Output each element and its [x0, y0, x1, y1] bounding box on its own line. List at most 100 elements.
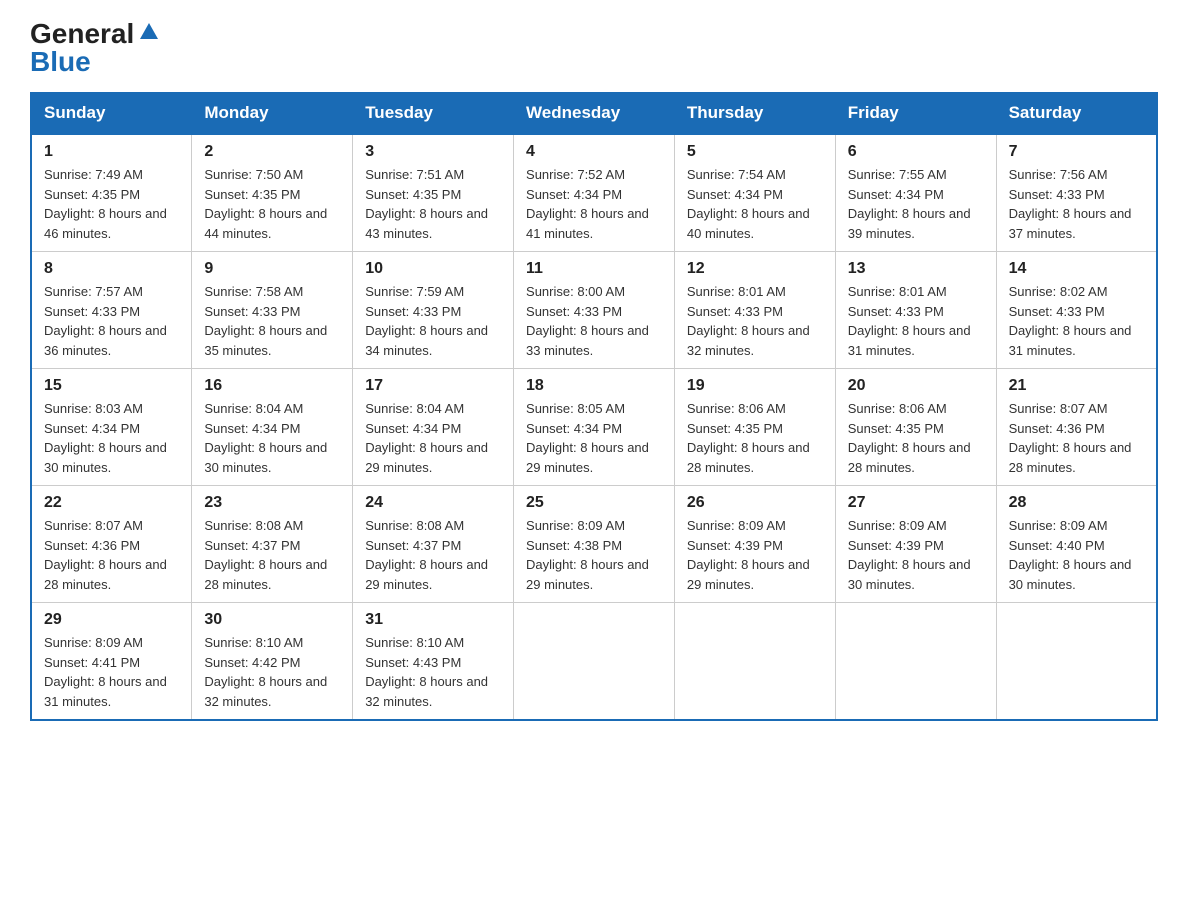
day-info: Sunrise: 8:09 AMSunset: 4:40 PMDaylight:… — [1009, 516, 1144, 594]
weekday-header-wednesday: Wednesday — [514, 93, 675, 135]
logo-blue-text: Blue — [30, 48, 91, 76]
day-number: 2 — [204, 143, 340, 161]
calendar-cell — [835, 603, 996, 721]
day-number: 11 — [526, 260, 662, 278]
weekday-header-sunday: Sunday — [31, 93, 192, 135]
day-info: Sunrise: 7:56 AMSunset: 4:33 PMDaylight:… — [1009, 165, 1144, 243]
calendar-week-row: 15 Sunrise: 8:03 AMSunset: 4:34 PMDayligh… — [31, 369, 1157, 486]
day-info: Sunrise: 7:57 AMSunset: 4:33 PMDaylight:… — [44, 282, 179, 360]
day-number: 13 — [848, 260, 984, 278]
calendar-cell: 21 Sunrise: 8:07 AMSunset: 4:36 PMDayligh… — [996, 369, 1157, 486]
calendar-cell: 2 Sunrise: 7:50 AMSunset: 4:35 PMDaylight… — [192, 134, 353, 252]
day-info: Sunrise: 8:08 AMSunset: 4:37 PMDaylight:… — [365, 516, 501, 594]
day-info: Sunrise: 7:50 AMSunset: 4:35 PMDaylight:… — [204, 165, 340, 243]
calendar-cell — [674, 603, 835, 721]
calendar-cell: 5 Sunrise: 7:54 AMSunset: 4:34 PMDaylight… — [674, 134, 835, 252]
calendar-week-row: 29Sunrise: 8:09 AMSunset: 4:41 PMDayligh… — [31, 603, 1157, 721]
calendar-cell: 13 Sunrise: 8:01 AMSunset: 4:33 PMDayligh… — [835, 252, 996, 369]
day-number: 16 — [204, 377, 340, 395]
calendar-cell: 12 Sunrise: 8:01 AMSunset: 4:33 PMDayligh… — [674, 252, 835, 369]
day-number: 25 — [526, 494, 662, 512]
day-info: Sunrise: 8:07 AMSunset: 4:36 PMDaylight:… — [44, 516, 179, 594]
day-info: Sunrise: 8:00 AMSunset: 4:33 PMDaylight:… — [526, 282, 662, 360]
logo-triangle-icon — [138, 21, 160, 43]
calendar-cell: 29Sunrise: 8:09 AMSunset: 4:41 PMDayligh… — [31, 603, 192, 721]
day-number: 1 — [44, 143, 179, 161]
day-number: 10 — [365, 260, 501, 278]
day-number: 22 — [44, 494, 179, 512]
calendar-cell: 22 Sunrise: 8:07 AMSunset: 4:36 PMDayligh… — [31, 486, 192, 603]
day-number: 26 — [687, 494, 823, 512]
day-info: Sunrise: 7:49 AMSunset: 4:35 PMDaylight:… — [44, 165, 179, 243]
calendar-cell: 31 Sunrise: 8:10 AMSunset: 4:43 PMDayligh… — [353, 603, 514, 721]
day-info: Sunrise: 8:01 AMSunset: 4:33 PMDaylight:… — [687, 282, 823, 360]
day-number: 7 — [1009, 143, 1144, 161]
day-number: 14 — [1009, 260, 1144, 278]
day-info: Sunrise: 8:10 AMSunset: 4:42 PMDaylight:… — [204, 633, 340, 711]
day-number: 4 — [526, 143, 662, 161]
day-info: Sunrise: 8:08 AMSunset: 4:37 PMDaylight:… — [204, 516, 340, 594]
logo: General Blue — [30, 20, 160, 76]
day-info: Sunrise: 7:58 AMSunset: 4:33 PMDaylight:… — [204, 282, 340, 360]
day-number: 3 — [365, 143, 501, 161]
weekday-header-monday: Monday — [192, 93, 353, 135]
day-number: 12 — [687, 260, 823, 278]
day-info: Sunrise: 8:04 AMSunset: 4:34 PMDaylight:… — [365, 399, 501, 477]
day-info: Sunrise: 8:09 AMSunset: 4:39 PMDaylight:… — [687, 516, 823, 594]
weekday-header-row: SundayMondayTuesdayWednesdayThursdayFrid… — [31, 93, 1157, 135]
calendar-cell: 17 Sunrise: 8:04 AMSunset: 4:34 PMDayligh… — [353, 369, 514, 486]
day-info: Sunrise: 7:51 AMSunset: 4:35 PMDaylight:… — [365, 165, 501, 243]
day-info: Sunrise: 8:10 AMSunset: 4:43 PMDaylight:… — [365, 633, 501, 711]
calendar-cell: 7 Sunrise: 7:56 AMSunset: 4:33 PMDaylight… — [996, 134, 1157, 252]
day-info: Sunrise: 7:54 AMSunset: 4:34 PMDaylight:… — [687, 165, 823, 243]
day-info: Sunrise: 8:02 AMSunset: 4:33 PMDaylight:… — [1009, 282, 1144, 360]
day-number: 19 — [687, 377, 823, 395]
calendar-cell: 6 Sunrise: 7:55 AMSunset: 4:34 PMDaylight… — [835, 134, 996, 252]
day-number: 21 — [1009, 377, 1144, 395]
calendar-cell: 24 Sunrise: 8:08 AMSunset: 4:37 PMDayligh… — [353, 486, 514, 603]
day-number: 24 — [365, 494, 501, 512]
calendar-cell: 16 Sunrise: 8:04 AMSunset: 4:34 PMDayligh… — [192, 369, 353, 486]
day-number: 8 — [44, 260, 179, 278]
day-number: 9 — [204, 260, 340, 278]
calendar-cell: 1 Sunrise: 7:49 AMSunset: 4:35 PMDaylight… — [31, 134, 192, 252]
calendar-cell: 25 Sunrise: 8:09 AMSunset: 4:38 PMDayligh… — [514, 486, 675, 603]
calendar-cell: 9 Sunrise: 7:58 AMSunset: 4:33 PMDaylight… — [192, 252, 353, 369]
calendar-cell: 4Sunrise: 7:52 AMSunset: 4:34 PMDaylight… — [514, 134, 675, 252]
calendar-cell: 3 Sunrise: 7:51 AMSunset: 4:35 PMDaylight… — [353, 134, 514, 252]
calendar-cell: 20Sunrise: 8:06 AMSunset: 4:35 PMDayligh… — [835, 369, 996, 486]
day-number: 23 — [204, 494, 340, 512]
day-info: Sunrise: 8:07 AMSunset: 4:36 PMDaylight:… — [1009, 399, 1144, 477]
day-info: Sunrise: 8:06 AMSunset: 4:35 PMDaylight:… — [848, 399, 984, 477]
day-number: 6 — [848, 143, 984, 161]
day-number: 5 — [687, 143, 823, 161]
weekday-header-friday: Friday — [835, 93, 996, 135]
day-info: Sunrise: 8:04 AMSunset: 4:34 PMDaylight:… — [204, 399, 340, 477]
day-info: Sunrise: 8:03 AMSunset: 4:34 PMDaylight:… — [44, 399, 179, 477]
calendar-cell — [514, 603, 675, 721]
day-info: Sunrise: 8:06 AMSunset: 4:35 PMDaylight:… — [687, 399, 823, 477]
weekday-header-tuesday: Tuesday — [353, 93, 514, 135]
day-number: 28 — [1009, 494, 1144, 512]
day-info: Sunrise: 8:01 AMSunset: 4:33 PMDaylight:… — [848, 282, 984, 360]
day-info: Sunrise: 8:09 AMSunset: 4:39 PMDaylight:… — [848, 516, 984, 594]
calendar-cell: 15 Sunrise: 8:03 AMSunset: 4:34 PMDayligh… — [31, 369, 192, 486]
day-info: Sunrise: 7:59 AMSunset: 4:33 PMDaylight:… — [365, 282, 501, 360]
day-info: Sunrise: 8:09 AMSunset: 4:38 PMDaylight:… — [526, 516, 662, 594]
day-number: 15 — [44, 377, 179, 395]
calendar-cell: 30Sunrise: 8:10 AMSunset: 4:42 PMDayligh… — [192, 603, 353, 721]
calendar-cell: 14 Sunrise: 8:02 AMSunset: 4:33 PMDayligh… — [996, 252, 1157, 369]
calendar-cell: 11 Sunrise: 8:00 AMSunset: 4:33 PMDayligh… — [514, 252, 675, 369]
calendar-cell: 23 Sunrise: 8:08 AMSunset: 4:37 PMDayligh… — [192, 486, 353, 603]
day-number: 31 — [365, 611, 501, 629]
calendar-table: SundayMondayTuesdayWednesdayThursdayFrid… — [30, 92, 1158, 721]
weekday-header-saturday: Saturday — [996, 93, 1157, 135]
day-info: Sunrise: 7:55 AMSunset: 4:34 PMDaylight:… — [848, 165, 984, 243]
calendar-cell: 26 Sunrise: 8:09 AMSunset: 4:39 PMDayligh… — [674, 486, 835, 603]
calendar-cell: 27Sunrise: 8:09 AMSunset: 4:39 PMDayligh… — [835, 486, 996, 603]
calendar-cell: 10 Sunrise: 7:59 AMSunset: 4:33 PMDayligh… — [353, 252, 514, 369]
day-number: 17 — [365, 377, 501, 395]
page-header: General Blue — [30, 20, 1158, 76]
day-info: Sunrise: 8:05 AMSunset: 4:34 PMDaylight:… — [526, 399, 662, 477]
calendar-cell — [996, 603, 1157, 721]
